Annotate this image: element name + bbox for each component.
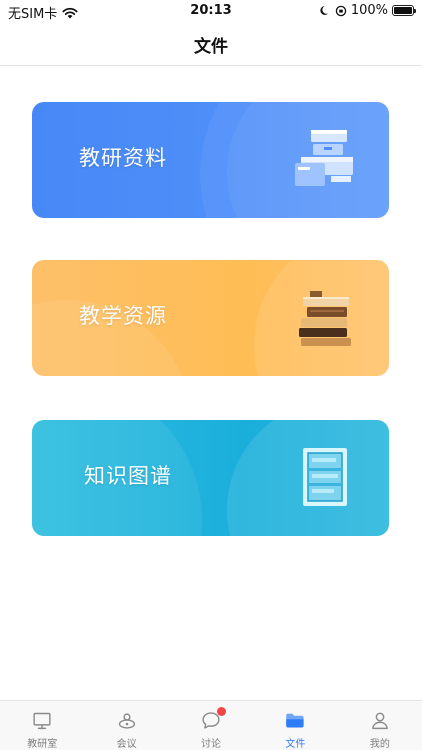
folder-icon xyxy=(286,713,304,728)
monitor-icon xyxy=(33,712,51,730)
card-knowledge-graph[interactable]: 知识图谱 xyxy=(32,420,389,536)
status-right: 100% xyxy=(320,3,416,18)
tab-bar: 教研室 会议 讨论 文件 我的 xyxy=(0,700,422,750)
unread-badge xyxy=(216,707,226,716)
printer-boxes-icon xyxy=(295,130,353,186)
battery-icon xyxy=(392,5,416,16)
person-icon xyxy=(371,712,388,730)
meeting-icon xyxy=(118,713,135,729)
tab-research-room[interactable]: 教研室 xyxy=(0,701,84,750)
tab-discussion[interactable]: 讨论 xyxy=(169,701,253,750)
tab-label: 文件 xyxy=(285,739,306,750)
card-label: 知识图谱 xyxy=(84,464,172,488)
card-label: 教研资料 xyxy=(79,146,167,170)
tab-meeting[interactable]: 会议 xyxy=(84,701,168,750)
book-stack-icon xyxy=(299,291,351,346)
card-label: 教学资源 xyxy=(79,304,167,328)
battery-percent: 100% xyxy=(350,3,388,18)
card-teaching-resources[interactable]: 教学资源 xyxy=(32,260,389,376)
tab-mine[interactable]: 我的 xyxy=(338,701,422,750)
tab-label: 我的 xyxy=(369,739,390,750)
card-research-materials[interactable]: 教研资料 xyxy=(32,102,389,218)
tab-label: 教研室 xyxy=(27,739,58,750)
tab-label: 讨论 xyxy=(201,739,222,750)
bookshelf-icon xyxy=(303,448,347,506)
status-bar: 无SIM卡 20:13 100% xyxy=(0,0,422,24)
orientation-lock-icon xyxy=(335,5,347,16)
nav-bar: 文件 xyxy=(0,24,422,66)
moon-icon xyxy=(320,6,328,15)
tab-label: 会议 xyxy=(116,739,137,750)
page-title: 文件 xyxy=(194,37,228,57)
battery-fill xyxy=(394,7,412,14)
tab-files[interactable]: 文件 xyxy=(253,701,337,750)
